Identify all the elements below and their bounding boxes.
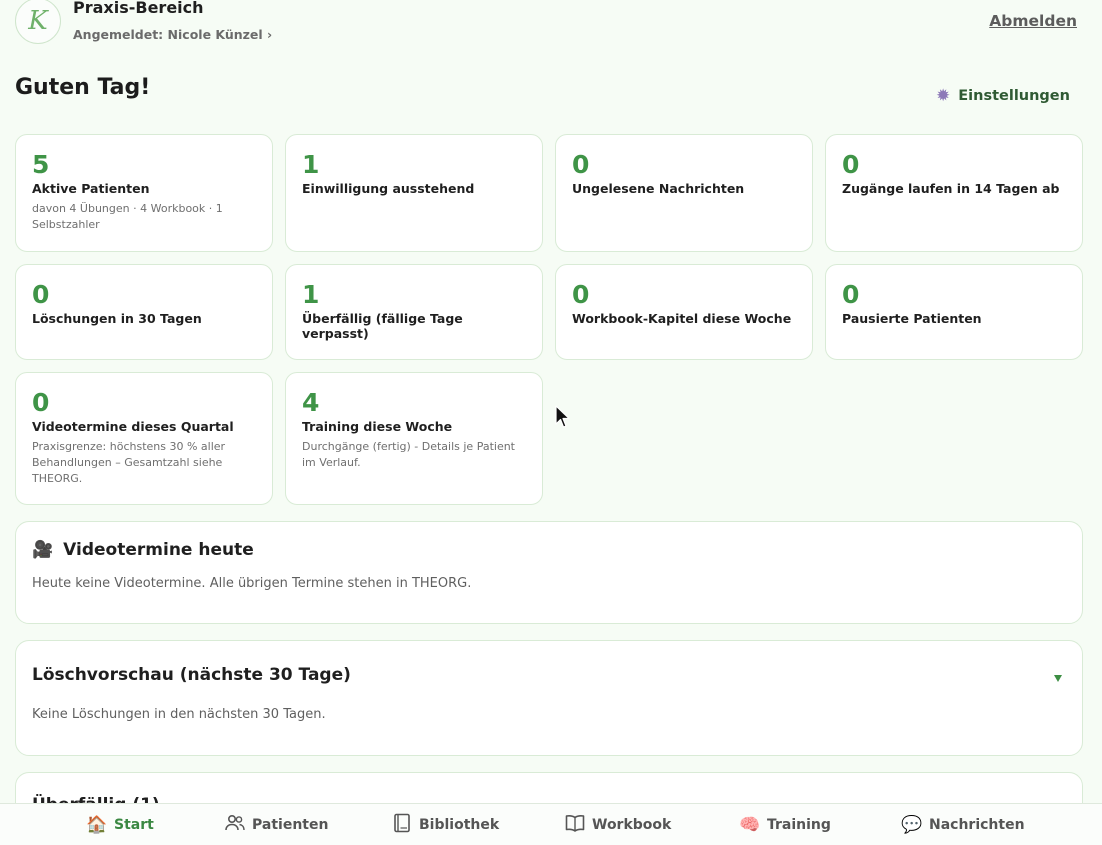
stat-label: Aktive Patienten — [32, 181, 150, 196]
bottom-navigation: 🏠 Start Patienten Bibliothek Workbook 🧠 … — [0, 803, 1102, 845]
nav-item-start[interactable]: 🏠 Start — [86, 804, 154, 845]
open-book-icon — [564, 814, 586, 837]
stat-value: 5 — [32, 150, 50, 179]
settings-button[interactable]: ✹ Einstellungen — [936, 86, 1070, 106]
nav-label: Patienten — [252, 817, 329, 833]
settings-label: Einstellungen — [958, 88, 1070, 104]
stat-label: Workbook-Kapitel diese Woche — [572, 311, 792, 326]
stat-card-paused-patients[interactable]: 0 Pausierte Patienten — [825, 264, 1083, 360]
gear-icon: ✹ — [936, 86, 951, 106]
stat-card-consent-pending[interactable]: 1 Einwilligung ausstehend — [285, 134, 543, 252]
brain-icon: 🧠 — [739, 815, 761, 835]
stat-label: Training diese Woche — [302, 419, 453, 434]
panel-title: Videotermine heute — [63, 540, 254, 560]
stat-value: 0 — [32, 280, 50, 309]
nav-label: Training — [767, 817, 831, 833]
header: K Praxis-Bereich Angemeldet: Nicole Künz… — [15, 0, 1077, 48]
nav-item-patients[interactable]: Patienten — [224, 804, 328, 845]
people-icon — [224, 814, 246, 837]
app-logo: K — [15, 0, 61, 44]
stat-label: Löschungen in 30 Tagen — [32, 311, 202, 326]
video-camera-icon: 🎥 — [32, 540, 54, 560]
page-greeting: Guten Tag! — [15, 75, 151, 100]
stat-label: Ungelesene Nachrichten — [572, 181, 745, 196]
deletion-preview-heading: Löschvorschau (nächste 30 Tage) — [32, 665, 1066, 685]
panel-title: Löschvorschau (nächste 30 Tage) — [32, 665, 351, 685]
stat-card-access-expiring[interactable]: 0 Zugänge laufen in 14 Tagen ab — [825, 134, 1083, 252]
nav-label: Bibliothek — [419, 817, 500, 833]
stat-card-training-week[interactable]: 4 Training diese Woche Durchgänge (ferti… — [285, 372, 543, 505]
house-icon: 🏠 — [86, 815, 108, 835]
stat-value: 1 — [302, 150, 320, 179]
chevron-down-icon[interactable] — [1054, 675, 1062, 682]
stat-card-overdue[interactable]: 1 Überfällig (fällige Tage verpasst) — [285, 264, 543, 360]
nav-item-training[interactable]: 🧠 Training — [739, 804, 831, 845]
stat-subtext: davon 4 Übungen · 4 Workbook · 1 Selbstz… — [32, 202, 223, 231]
panel-text: Heute keine Videotermine. Alle übrigen T… — [32, 576, 472, 591]
nav-label: Start — [114, 817, 154, 833]
stat-label: Pausierte Patienten — [842, 311, 982, 326]
panel-text: Keine Löschungen in den nächsten 30 Tage… — [32, 707, 326, 722]
mouse-cursor-icon — [555, 405, 571, 433]
stat-label: Videotermine dieses Quartal — [32, 419, 234, 434]
stat-label: Zugänge laufen in 14 Tagen ab — [842, 181, 1060, 196]
nav-item-workbook[interactable]: Workbook — [564, 804, 671, 845]
stat-label: Einwilligung ausstehend — [302, 181, 475, 196]
stat-label: Überfällig (fällige Tage verpasst) — [302, 311, 463, 341]
nav-item-messages[interactable]: 💬 Nachrichten — [901, 804, 1025, 845]
logged-in-user-link[interactable]: Angemeldet: Nicole Künzel › — [73, 27, 272, 42]
stat-card-deletions[interactable]: 0 Löschungen in 30 Tagen — [15, 264, 273, 360]
stat-card-workbook-chapters[interactable]: 0 Workbook-Kapitel diese Woche — [555, 264, 813, 360]
stat-value: 0 — [572, 150, 590, 179]
stat-value: 0 — [32, 388, 50, 417]
stat-card-unread-messages[interactable]: 0 Ungelesene Nachrichten — [555, 134, 813, 252]
book-icon — [391, 813, 413, 838]
video-appointments-heading: 🎥 Videotermine heute — [32, 540, 1066, 560]
logout-link[interactable]: Abmelden — [989, 12, 1077, 30]
deletion-preview-panel[interactable]: Löschvorschau (nächste 30 Tage) Keine Lö… — [15, 640, 1083, 756]
nav-label: Workbook — [592, 817, 672, 833]
stat-card-video-appointments-quarter[interactable]: 0 Videotermine dieses Quartal Praxisgren… — [15, 372, 273, 505]
speech-bubble-icon: 💬 — [901, 815, 923, 835]
stat-card-active-patients[interactable]: 5 Aktive Patienten davon 4 Übungen · 4 W… — [15, 134, 273, 252]
stat-value: 0 — [842, 150, 860, 179]
nav-label: Nachrichten — [929, 817, 1025, 833]
stat-value: 0 — [572, 280, 590, 309]
app-title: Praxis-Bereich — [73, 0, 204, 17]
stat-value: 1 — [302, 280, 320, 309]
stat-subtext: Durchgänge (fertig) - Details je Patient… — [302, 440, 515, 469]
stat-subtext: Praxisgrenze: höchstens 30 % aller Behan… — [32, 440, 226, 485]
stat-value: 0 — [842, 280, 860, 309]
nav-item-library[interactable]: Bibliothek — [391, 804, 499, 845]
video-appointments-panel: 🎥 Videotermine heute Heute keine Videote… — [15, 521, 1083, 624]
stat-value: 4 — [302, 388, 320, 417]
